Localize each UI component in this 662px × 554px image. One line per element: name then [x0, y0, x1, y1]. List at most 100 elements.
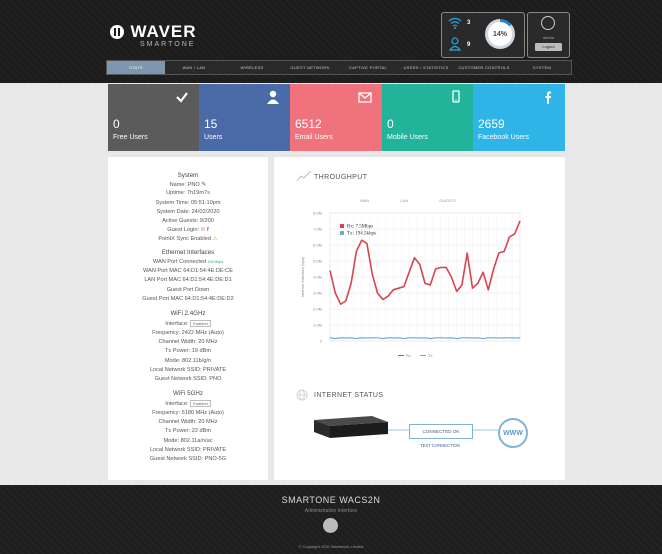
- data-point-tx: [477, 337, 479, 339]
- brand-sub: SMARTONE: [140, 41, 196, 48]
- wifi24-enabled-button[interactable]: Enabled: [190, 320, 211, 327]
- data-point-rx: [414, 257, 415, 259]
- nav-item-wan-lan[interactable]: WAN / LAN: [165, 61, 223, 74]
- user-icon: [449, 37, 461, 51]
- filter-guests[interactable]: GUESTS: [439, 198, 455, 203]
- data-point-rx: [487, 289, 489, 291]
- ethernet-title: Ethernet Interfaces: [161, 249, 215, 256]
- wifi24-title: WiFi 2.4GHz: [170, 310, 206, 317]
- system-name: Name: PNO ✎: [108, 181, 268, 188]
- nav-item-stats[interactable]: Stats: [107, 61, 165, 74]
- system-time: System Time: 05:51:10pm: [155, 200, 221, 206]
- data-point-rx: [514, 233, 516, 235]
- tile-label: Free Users: [113, 134, 148, 141]
- envelope-icon: [358, 92, 372, 103]
- globe-icon: [296, 389, 308, 401]
- footer-subtitle: Administration Interface: [304, 508, 358, 514]
- data-point-rx: [519, 220, 521, 222]
- pointx-sync-text: PointX Sync Enabled: [158, 236, 211, 242]
- data-point-rx: [461, 284, 463, 286]
- data-point-rx: [403, 286, 405, 287]
- data-point-rx: [371, 273, 373, 275]
- wifi5-mode: Mode: 802.11a/n/ac: [163, 438, 213, 444]
- system-title: System: [177, 172, 199, 179]
- wifi5-power: Tx Power: 22 dBm: [164, 428, 211, 434]
- nav-item-customer-controls[interactable]: Customer Controls: [455, 61, 513, 74]
- data-point-tx: [509, 337, 510, 339]
- filter-wan[interactable]: WAN: [360, 198, 369, 203]
- y-tick-label: 4.0M: [313, 275, 322, 280]
- data-point-tx: [514, 337, 516, 339]
- data-point-rx: [361, 239, 363, 241]
- wifi24-local-ssid: Local Network SSID: PRIVATE: [149, 367, 227, 373]
- main-nav: Stats WAN / LAN Wireless Guest Network C…: [106, 60, 572, 75]
- data-point-tx: [440, 337, 442, 339]
- guest-port: Guest Port Down: [166, 287, 210, 293]
- filter-lan[interactable]: LAN: [400, 198, 408, 203]
- footer: SMARTONE WACS2N Administration Interface…: [0, 485, 662, 554]
- system-panel: System Name: PNO ✎ Uptime: 7h19m7s Syste…: [108, 157, 268, 480]
- wifi5-enabled-button[interactable]: Enabled: [190, 400, 211, 407]
- tile-email-users[interactable]: 6512 Email Users: [290, 84, 382, 151]
- wifi24-guest-ssid: Guest Network SSID: PNO: [154, 376, 222, 382]
- tile-users[interactable]: 15 Users: [199, 84, 290, 151]
- y-tick-label: 8.0M: [313, 211, 322, 216]
- guest-mac: Guest Port MAC 64:D1:54:4E:DE:D2: [142, 296, 234, 302]
- internet-status-title: INTERNET STATUS: [314, 392, 384, 399]
- nav-item-users-statistics[interactable]: Users / Statistics: [397, 61, 455, 74]
- data-point-tx: [429, 338, 431, 339]
- warning-icon: ⚠: [212, 236, 218, 242]
- data-point-tx: [445, 337, 447, 339]
- nav-item-captive-portal[interactable]: Captive Portal: [339, 61, 397, 74]
- header: WAVER SMARTONE 3 9 14% admin Logout Stat…: [0, 0, 662, 83]
- tile-value: 0: [113, 117, 120, 131]
- throughput-chart: 8.0M 7.0M 6.0M 5.0M 4.0M 3.0M 2.0M 1.0M 0 Interne…: [300, 211, 521, 358]
- status-box: 3 9 14%: [441, 12, 525, 58]
- data-point-tx: [361, 337, 363, 339]
- tile-mobile-users[interactable]: 0 Mobile Users: [382, 84, 473, 151]
- data-point-tx: [493, 337, 495, 339]
- data-point-tx: [355, 338, 357, 339]
- guest-login-text: Guest Login:: [167, 227, 200, 233]
- data-point-tx: [345, 337, 347, 339]
- www-node: WWW: [498, 418, 528, 448]
- data-point-rx: [456, 291, 458, 292]
- data-point-tx: [334, 338, 336, 339]
- nav-item-wireless[interactable]: Wireless: [223, 61, 281, 74]
- email-login-icon: ✉: [200, 227, 206, 233]
- power-icon[interactable]: [541, 16, 555, 30]
- data-point-rx: [466, 252, 468, 254]
- legend-label-rx: Rx: 7.5Mbps: [347, 225, 373, 230]
- footer-copyright: © Copyright 2020 Waverlock Limited: [298, 544, 364, 549]
- data-point-rx: [440, 267, 442, 268]
- data-point-tx: [498, 337, 500, 339]
- data-point-tx: [519, 337, 521, 339]
- nav-item-system[interactable]: System: [513, 61, 571, 74]
- wifi-count: 3: [467, 20, 471, 26]
- tile-free-users[interactable]: 0 Free Users: [108, 84, 199, 151]
- edit-icon[interactable]: ✎: [201, 182, 206, 188]
- system-name-text: Name: PNO: [169, 182, 200, 188]
- tile-facebook-users[interactable]: 2659 Facebook Users: [473, 84, 565, 151]
- data-point-rx: [377, 292, 378, 294]
- footer-title: SMARTONE WACS2N: [281, 495, 381, 505]
- test-connection-button[interactable]: TEST CONNECTION: [405, 443, 475, 448]
- data-point-tx: [419, 337, 421, 339]
- data-point-tx: [366, 337, 368, 339]
- data-point-rx: [366, 243, 368, 244]
- logout-button[interactable]: Logout: [535, 43, 562, 51]
- wan-port-text: WAN Port Connected: [152, 259, 207, 265]
- data-point-rx: [493, 268, 495, 270]
- usage-label: 14%: [488, 22, 512, 46]
- wan-port-speed: 100 Mbps: [207, 260, 224, 264]
- wifi-icon: [448, 17, 462, 29]
- wifi24-interface: Interface: Enabled: [108, 320, 268, 327]
- data-point-tx: [414, 337, 415, 339]
- y-tick-label: 1.0M: [313, 323, 322, 328]
- data-point-rx: [345, 300, 347, 302]
- data-point-tx: [450, 337, 452, 339]
- nav-item-guest-network[interactable]: Guest Network: [281, 61, 339, 74]
- data-point-tx: [408, 337, 410, 339]
- throughput-icon: [296, 170, 312, 182]
- tile-value: 6512: [295, 117, 322, 131]
